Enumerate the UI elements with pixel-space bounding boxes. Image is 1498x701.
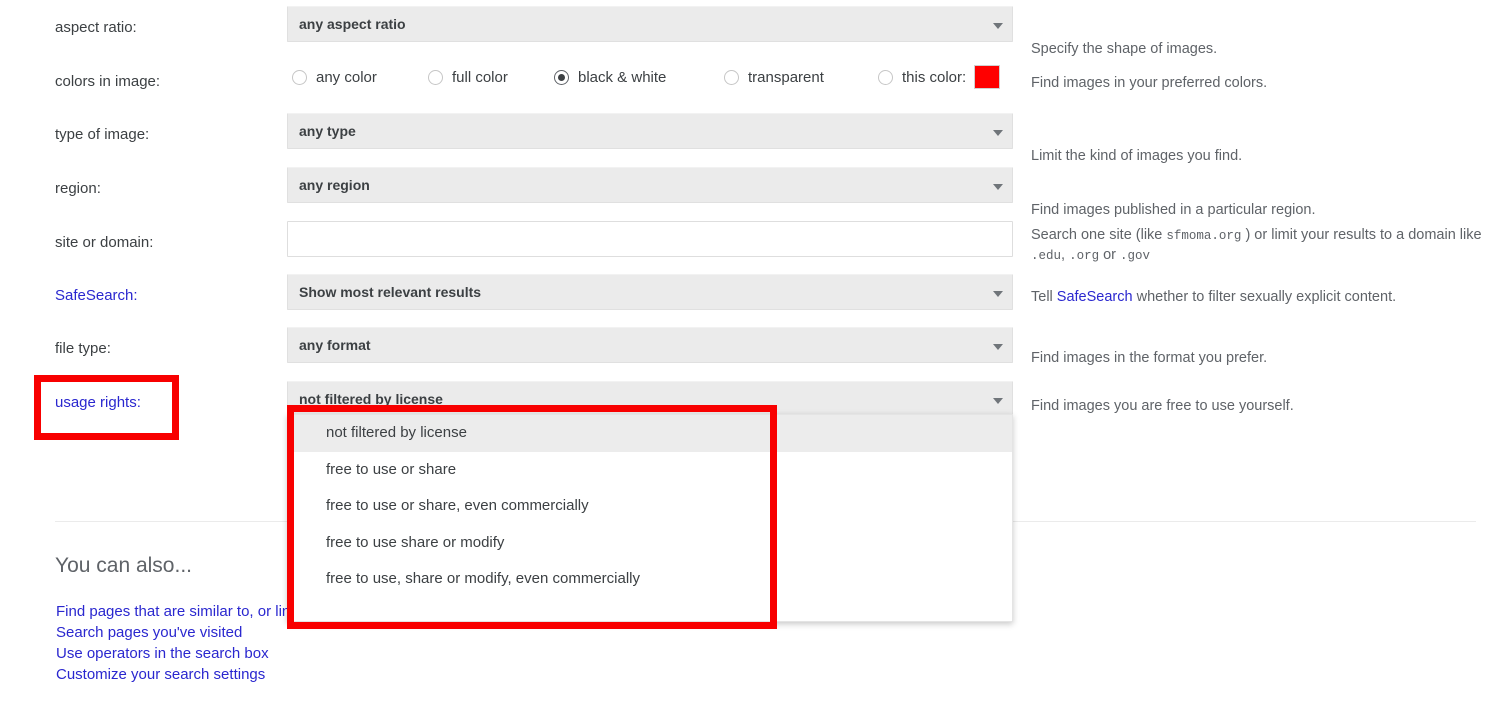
radio-icon-black-and-white[interactable] [554,69,569,85]
desc-part: , [1061,247,1070,263]
label-safesearch[interactable]: SafeSearch: [55,286,275,306]
description-file-type: Find images in the format you prefer. [1031,350,1268,366]
dropdown-option-free-use-share[interactable]: free to use or share [288,452,1012,489]
description-usage-rights: Find images you are free to use yourself… [1031,398,1294,414]
dropdown-option-free-use-share-commercial[interactable]: free to use or share, even commercially [288,488,1012,525]
label-region: region: [55,180,101,197]
chevron-down-icon [993,23,1003,29]
color-swatch-red[interactable] [974,65,1001,89]
select-usage-rights-value: not filtered by license [299,391,443,407]
link-customize-settings[interactable]: Customize your search settings [56,664,576,685]
desc-part: ) or limit your results to a domain like [1241,227,1482,243]
you-can-also-heading: You can also... [55,554,192,577]
select-region[interactable]: any region [287,167,1013,203]
chevron-down-icon [993,344,1003,350]
select-file-type[interactable]: any format [287,327,1013,363]
site-or-domain-field[interactable] [287,221,1013,257]
label-aspect-ratio: aspect ratio: [55,19,137,36]
desc-tld-edu: .edu [1031,249,1062,263]
select-aspect-ratio-value: any aspect ratio [299,16,406,32]
radio-label-black-and-white: black & white [578,68,667,86]
description-site-or-domain: Search one site (like sfmoma.org ) or li… [1031,226,1483,266]
link-search-visited-pages[interactable]: Search pages you've visited [56,622,576,643]
usage-rights-dropdown-menu[interactable]: not filtered by license free to use or s… [287,414,1013,622]
desc-tld-gov: .gov [1120,249,1151,263]
chevron-down-icon [993,291,1003,297]
select-safesearch[interactable]: Show most relevant results [287,274,1013,310]
radio-option-this-color[interactable]: this color: [878,64,1001,90]
label-file-type: file type: [55,340,111,357]
select-usage-rights[interactable]: not filtered by license [287,381,1013,417]
radio-option-full-color[interactable]: full color [428,64,508,90]
radio-icon-this-color[interactable] [878,69,893,85]
desc-tld-org: .org [1069,249,1100,263]
chevron-down-icon [993,398,1003,404]
link-use-operators[interactable]: Use operators in the search box [56,643,576,664]
select-aspect-ratio[interactable]: any aspect ratio [287,6,1013,42]
select-safesearch-value: Show most relevant results [299,284,482,300]
select-type-of-image-value: any type [299,123,356,139]
description-region: Find images published in a particular re… [1031,202,1316,218]
description-type-of-image: Limit the kind of images you find. [1031,148,1243,164]
radio-label-transparent: transparent [748,68,824,86]
chevron-down-icon [993,184,1003,190]
select-file-type-value: any format [299,337,371,353]
desc-part: Search one site (like [1031,227,1167,243]
desc-part: Tell [1031,289,1057,305]
chevron-down-icon [993,130,1003,136]
label-site-or-domain: site or domain: [55,234,154,251]
desc-example-domain: sfmoma.org [1166,229,1242,243]
site-or-domain-input[interactable] [288,222,1012,256]
dropdown-option-free-use-share-modify-commercial[interactable]: free to use, share or modify, even comme… [288,561,1012,598]
radio-option-transparent[interactable]: transparent [724,64,824,90]
label-usage-rights[interactable]: usage rights: [55,393,275,413]
radio-label-any-color: any color [316,68,377,86]
radio-icon-transparent[interactable] [724,69,739,85]
radio-option-any-color[interactable]: any color [292,64,377,90]
desc-link-safesearch[interactable]: SafeSearch [1057,289,1133,305]
label-colors-in-image: colors in image: [55,73,161,90]
desc-part: or [1099,247,1121,263]
description-safesearch: Tell SafeSearch whether to filter sexual… [1031,288,1483,307]
description-aspect-ratio: Specify the shape of images. [1031,41,1218,57]
radio-option-black-and-white[interactable]: black & white [554,64,666,90]
dropdown-option-free-use-share-modify[interactable]: free to use share or modify [288,525,1012,562]
label-type-of-image: type of image: [55,126,150,143]
select-region-value: any region [299,177,370,193]
radio-label-this-color: this color: [902,68,967,86]
dropdown-option-not-filtered[interactable]: not filtered by license [288,415,1012,452]
description-colors-in-image: Find images in your preferred colors. [1031,75,1268,91]
radio-label-full-color: full color [452,68,508,86]
desc-part: whether to filter sexually explicit cont… [1132,289,1397,305]
radio-icon-full-color[interactable] [428,69,443,85]
select-type-of-image[interactable]: any type [287,113,1013,149]
radio-icon-any-color[interactable] [292,69,307,85]
